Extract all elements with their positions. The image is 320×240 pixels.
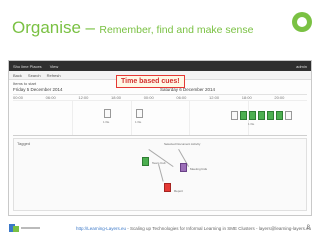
toolbar-back-button[interactable]: Back	[13, 73, 22, 78]
document-caption: Team Cult	[152, 161, 166, 165]
document-icon[interactable]	[164, 183, 171, 192]
app-name[interactable]: Sho lime Places	[13, 64, 42, 69]
timeline-label: Items to start	[13, 81, 37, 86]
footer-description: - Scaling up Technologies for Informal L…	[126, 226, 312, 231]
grid-line	[130, 101, 132, 135]
document-icon[interactable]	[240, 111, 247, 120]
document-caption: Meeting bids	[190, 167, 208, 171]
grid-line	[71, 101, 73, 135]
document-icon[interactable]	[258, 111, 265, 120]
time-based-cues-callout: Time based cues!	[116, 75, 185, 88]
document-caption: 1 file	[103, 120, 110, 124]
app-topbar: Sho lime Places View admin	[9, 61, 311, 71]
document-caption: 1 file	[248, 122, 255, 126]
document-icon[interactable]	[231, 111, 238, 120]
grid-line	[189, 101, 191, 135]
slide-title-dash: –	[85, 18, 95, 37]
document-icon[interactable]	[136, 109, 143, 118]
document-icon[interactable]	[104, 109, 111, 118]
layers-logo-icon	[292, 12, 312, 32]
document-caption: Report	[174, 189, 184, 193]
toolbar-search-button[interactable]: Search	[28, 73, 41, 78]
connector-line	[158, 164, 164, 182]
page-number: 8	[306, 225, 310, 231]
document-icon[interactable]	[180, 163, 187, 172]
learning-layers-logo-icon	[9, 224, 40, 232]
app-window: Sho lime Places View admin Back Search R…	[8, 60, 312, 216]
slide-title-main: Organise	[12, 18, 81, 37]
user-menu[interactable]: admin	[296, 64, 307, 69]
footer-link[interactable]: http://Learning-Layers.eu	[76, 226, 126, 231]
menu-view[interactable]: View	[50, 64, 59, 69]
toolbar-refresh-button[interactable]: Refresh	[47, 73, 61, 78]
timeline-track[interactable]: 1 file 1 file 1 file	[13, 100, 307, 136]
document-icon[interactable]	[285, 111, 292, 120]
document-icon[interactable]	[276, 111, 283, 120]
document-icon[interactable]	[249, 111, 256, 120]
slide-title: Organise – Remember, find and make sense	[12, 18, 253, 38]
document-caption: 1 file	[135, 120, 142, 124]
document-icon[interactable]	[142, 157, 149, 166]
tag-cluster-panel[interactable]: Tagged Selected Document Activity Team C…	[13, 138, 307, 211]
document-icon[interactable]	[267, 111, 274, 120]
slide-title-sub: Remember, find and make sense	[99, 24, 254, 36]
panel-label: Tagged	[17, 141, 31, 146]
slide-footer: http://Learning-Layers.eu - Scaling up T…	[0, 222, 320, 236]
cluster-caption: Selected Document Activity	[164, 142, 201, 146]
footer-text: http://Learning-Layers.eu - Scaling up T…	[76, 226, 311, 231]
